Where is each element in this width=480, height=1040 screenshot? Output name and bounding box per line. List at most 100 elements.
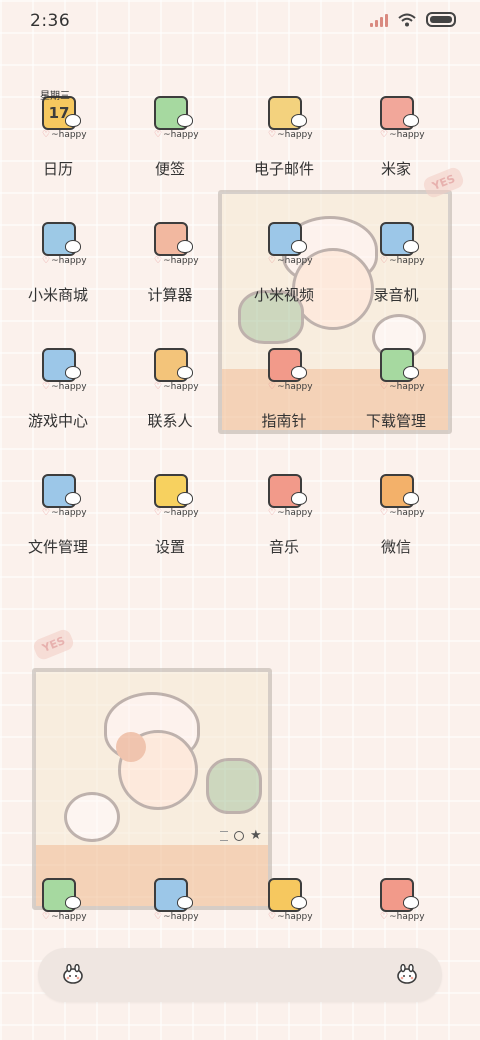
heart-icon: ♡ bbox=[268, 508, 277, 518]
app-icon-wrap[interactable]: ♡~happy bbox=[340, 216, 452, 272]
battery-icon bbox=[426, 12, 456, 27]
app-1[interactable]: ♡~happy 星期三 17 日历 bbox=[2, 90, 114, 179]
app-icon-wrap[interactable]: ♡~happy bbox=[340, 342, 452, 398]
app-icon-wrap[interactable]: ♡~happy bbox=[228, 342, 340, 398]
heart-icon: ♡ bbox=[268, 382, 277, 392]
app-12[interactable]: ♡~happy 下载管理 bbox=[340, 342, 452, 431]
app-icon-wrap[interactable]: ♡~happy bbox=[2, 872, 114, 928]
dock: ♡~happy ♡~happy ♡~happy ♡~happy bbox=[0, 872, 480, 932]
app-11[interactable]: ♡~happy 指南针 bbox=[228, 342, 340, 431]
bunny-face-icon bbox=[291, 114, 307, 127]
happy-text: ~happy bbox=[163, 256, 199, 266]
app-13[interactable]: ♡~happy 文件管理 bbox=[2, 468, 114, 557]
app-icon-wrap[interactable]: ♡~happy bbox=[114, 90, 226, 146]
page-indicator-star-icon: ★ bbox=[250, 828, 262, 843]
heart-icon: ♡ bbox=[380, 508, 389, 518]
bunny-face-icon bbox=[65, 366, 81, 379]
app-icon-wrap[interactable]: ♡~happy bbox=[228, 216, 340, 272]
app-icon-wrap[interactable]: ♡~happy bbox=[228, 468, 340, 524]
heart-icon: ♡ bbox=[42, 256, 51, 266]
heart-icon: ♡ bbox=[268, 130, 277, 140]
happy-text: ~happy bbox=[51, 130, 87, 140]
happy-text: ~happy bbox=[389, 382, 425, 392]
app-label: 录音机 bbox=[373, 286, 419, 304]
app-5[interactable]: ♡~happy 小米商城 bbox=[2, 216, 114, 305]
bunny-face-icon bbox=[177, 366, 193, 379]
dock-app-4[interactable]: ♡~happy bbox=[340, 872, 452, 928]
heart-icon: ♡ bbox=[42, 382, 51, 392]
app-icon-wrap[interactable]: ♡~happy bbox=[114, 872, 226, 928]
search-bar[interactable] bbox=[38, 948, 442, 1002]
heart-icon: ♡ bbox=[380, 256, 389, 266]
page-indicator-lines-icon bbox=[220, 830, 228, 841]
app-icon-wrap[interactable]: ♡~happy bbox=[114, 342, 226, 398]
happy-tag: ♡~happy bbox=[154, 912, 199, 922]
dock-app-2[interactable]: ♡~happy bbox=[114, 872, 226, 928]
heart-icon: ♡ bbox=[154, 508, 163, 518]
status-time: 2:36 bbox=[30, 11, 71, 31]
app-16[interactable]: ♡~happy 微信 bbox=[340, 468, 452, 557]
status-icons bbox=[370, 12, 456, 27]
app-2[interactable]: ♡~happy 便签 bbox=[114, 90, 226, 179]
happy-tag: ♡~happy bbox=[42, 912, 87, 922]
app-icon-wrap[interactable]: ♡~happy bbox=[228, 872, 340, 928]
app-label: 微信 bbox=[380, 538, 411, 556]
app-icon-wrap[interactable]: ♡~happy bbox=[2, 342, 114, 398]
app-icon-wrap[interactable]: ♡~happy bbox=[340, 90, 452, 146]
signal-icon bbox=[370, 13, 388, 27]
app-14[interactable]: ♡~happy 设置 bbox=[114, 468, 226, 557]
app-label: 游戏中心 bbox=[27, 412, 88, 430]
app-icon-wrap[interactable]: ♡~happy bbox=[2, 468, 114, 524]
app-icon-wrap[interactable]: ♡~happy bbox=[114, 468, 226, 524]
happy-text: ~happy bbox=[277, 130, 313, 140]
page-indicator[interactable]: ★ bbox=[220, 828, 262, 843]
bunny-face-icon bbox=[65, 896, 81, 909]
app-label: 计算器 bbox=[147, 286, 193, 304]
app-15[interactable]: ♡~happy 音乐 bbox=[228, 468, 340, 557]
app-label: 下载管理 bbox=[365, 412, 426, 430]
bunny-face-icon bbox=[177, 492, 193, 505]
app-icon-wrap[interactable]: ♡~happy bbox=[340, 468, 452, 524]
app-label: 联系人 bbox=[147, 412, 193, 430]
heart-icon: ♡ bbox=[154, 382, 163, 392]
happy-text: ~happy bbox=[277, 508, 313, 518]
happy-text: ~happy bbox=[163, 130, 199, 140]
app-6[interactable]: ♡~happy 计算器 bbox=[114, 216, 226, 305]
app-label: 日历 bbox=[42, 160, 73, 178]
bunny-face-icon bbox=[65, 240, 81, 253]
app-icon-wrap[interactable]: ♡~happy bbox=[114, 216, 226, 272]
happy-tag: ♡~happy bbox=[268, 130, 313, 140]
happy-text: ~happy bbox=[389, 256, 425, 266]
calendar-day: 17 bbox=[48, 104, 70, 122]
happy-tag: ♡~happy bbox=[154, 130, 199, 140]
happy-tag: ♡~happy bbox=[380, 130, 425, 140]
happy-text: ~happy bbox=[277, 382, 313, 392]
happy-tag: ♡~happy bbox=[380, 382, 425, 392]
bunny-face-icon bbox=[403, 366, 419, 379]
heart-icon: ♡ bbox=[42, 912, 51, 922]
heart-icon: ♡ bbox=[380, 912, 389, 922]
app-label: 音乐 bbox=[268, 538, 299, 556]
heart-icon: ♡ bbox=[268, 256, 277, 266]
app-8[interactable]: ♡~happy 录音机 bbox=[340, 216, 452, 305]
app-icon-wrap[interactable]: ♡~happy bbox=[2, 216, 114, 272]
dock-app-1[interactable]: ♡~happy bbox=[2, 872, 114, 928]
app-3[interactable]: ♡~happy 电子邮件 bbox=[228, 90, 340, 179]
app-10[interactable]: ♡~happy 联系人 bbox=[114, 342, 226, 431]
app-7[interactable]: ♡~happy 小米视频 bbox=[228, 216, 340, 305]
happy-tag: ♡~happy bbox=[268, 256, 313, 266]
app-icon-wrap[interactable]: ♡~happy bbox=[340, 872, 452, 928]
happy-text: ~happy bbox=[163, 912, 199, 922]
happy-tag: ♡~happy bbox=[42, 130, 87, 140]
app-icon-wrap[interactable]: ♡~happy bbox=[228, 90, 340, 146]
bunny-right-icon[interactable] bbox=[396, 964, 418, 984]
happy-tag: ♡~happy bbox=[268, 382, 313, 392]
app-label: 米家 bbox=[380, 160, 411, 178]
app-label: 小米视频 bbox=[253, 286, 314, 304]
app-4[interactable]: ♡~happy 米家 bbox=[340, 90, 452, 179]
app-9[interactable]: ♡~happy 游戏中心 bbox=[2, 342, 114, 431]
happy-tag: ♡~happy bbox=[154, 508, 199, 518]
dock-app-3[interactable]: ♡~happy bbox=[228, 872, 340, 928]
bunny-left-icon[interactable] bbox=[62, 964, 84, 984]
happy-text: ~happy bbox=[277, 256, 313, 266]
